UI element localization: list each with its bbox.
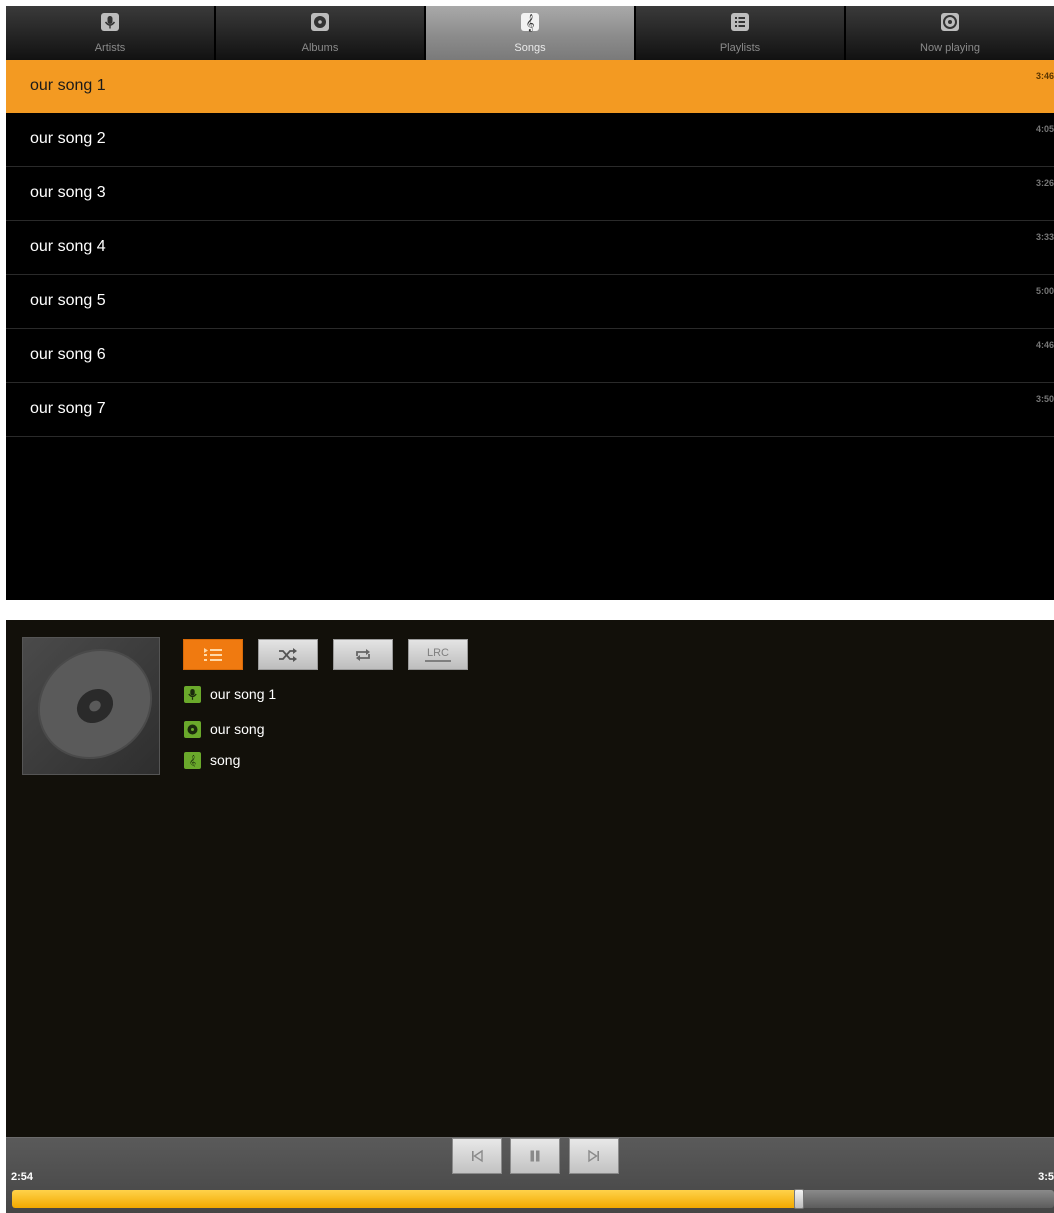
song-title: our song 1 [30, 77, 106, 94]
treble-clef-icon: 𝄞 [184, 751, 201, 769]
artist-name: our song 1 [210, 686, 277, 702]
song-duration: 4:05 [1035, 124, 1054, 134]
song-row[interactable]: our song 5 5:00 [6, 275, 1054, 329]
total-time: 3:5 [1038, 1171, 1054, 1183]
song-row[interactable]: our song 3 3:26 [6, 167, 1054, 221]
queue-list-icon [204, 647, 222, 661]
tab-label: Songs [514, 42, 546, 54]
song-row[interactable]: our song 6 4:46 [6, 329, 1054, 383]
song-duration: 4:46 [1035, 340, 1054, 350]
tab-label: Artists [94, 42, 126, 54]
song-title: our song 6 [30, 346, 106, 363]
song-title: our song 2 [30, 130, 106, 147]
song-row[interactable]: our song 4 3:33 [6, 221, 1054, 275]
skip-next-icon [588, 1149, 599, 1163]
library-tab-bar: Artists Albums 𝄞 Songs Playlists Now pla… [6, 6, 1054, 60]
current-time: 2:54 [11, 1171, 34, 1183]
track-line: 𝄞 song [184, 751, 240, 769]
treble-clef-icon: 𝄞 [521, 13, 539, 32]
playback-mode-controls: LRC [183, 639, 468, 670]
song-title: our song 3 [30, 184, 106, 201]
queue-button[interactable] [183, 639, 243, 670]
album-disc-icon [184, 720, 201, 738]
seek-bar[interactable] [12, 1190, 1054, 1208]
song-title: our song 5 [30, 292, 106, 309]
seek-progress [12, 1190, 799, 1208]
song-title: our song 4 [30, 238, 106, 255]
tab-artists[interactable]: Artists [6, 6, 216, 60]
song-duration: 3:50 [1035, 394, 1054, 404]
album-art [22, 637, 160, 775]
svg-text:𝄞: 𝄞 [526, 14, 535, 32]
artist-line: our song 1 [184, 685, 276, 703]
transport-bar: 2:54 3:5 [6, 1137, 1054, 1213]
now-playing-icon [941, 13, 959, 31]
tab-label: Albums [301, 42, 339, 54]
song-row[interactable]: our song 1 3:46 [6, 60, 1054, 113]
album-name: our song [210, 721, 265, 737]
track-name: song [210, 752, 241, 768]
tab-label: Now playing [920, 42, 980, 54]
tab-albums[interactable]: Albums [216, 6, 426, 60]
seek-handle[interactable] [794, 1189, 804, 1209]
song-duration: 3:33 [1035, 232, 1054, 242]
lyrics-button[interactable]: LRC [408, 639, 468, 670]
shuffle-icon [279, 647, 297, 662]
repeat-icon [356, 648, 370, 661]
song-row[interactable]: our song 2 4:05 [6, 113, 1054, 167]
microphone-icon [184, 685, 201, 703]
song-row[interactable]: our song 7 3:50 [6, 383, 1054, 437]
shuffle-button[interactable] [258, 639, 318, 670]
tab-label: Playlists [719, 42, 761, 54]
album-line: our song [184, 720, 264, 738]
svg-text:𝄞: 𝄞 [189, 754, 196, 767]
album-disc-icon [37, 648, 153, 760]
pause-icon [530, 1150, 540, 1162]
microphone-icon [101, 13, 119, 31]
previous-track-button[interactable] [452, 1138, 502, 1174]
pause-button[interactable] [510, 1138, 560, 1174]
song-list: our song 1 3:46 our song 2 4:05 our song… [6, 60, 1054, 437]
next-track-button[interactable] [569, 1138, 619, 1174]
skip-previous-icon [472, 1149, 483, 1163]
song-duration: 3:26 [1035, 178, 1054, 188]
now-playing-panel: LRC our song 1 our song 𝄞 song 2:54 3:5 [6, 620, 1054, 1213]
song-browser-panel: Artists Albums 𝄞 Songs Playlists Now pla… [6, 6, 1054, 600]
repeat-button[interactable] [333, 639, 393, 670]
tab-playlists[interactable]: Playlists [636, 6, 846, 60]
album-disc-icon [311, 13, 329, 31]
playlist-icon [731, 13, 749, 31]
tab-now-playing[interactable]: Now playing [846, 6, 1054, 60]
song-duration: 5:00 [1035, 286, 1054, 296]
lyrics-button-label: LRC [424, 647, 451, 662]
tab-songs[interactable]: 𝄞 Songs [426, 6, 636, 60]
song-title: our song 7 [30, 400, 106, 417]
song-duration: 3:46 [1035, 71, 1054, 81]
